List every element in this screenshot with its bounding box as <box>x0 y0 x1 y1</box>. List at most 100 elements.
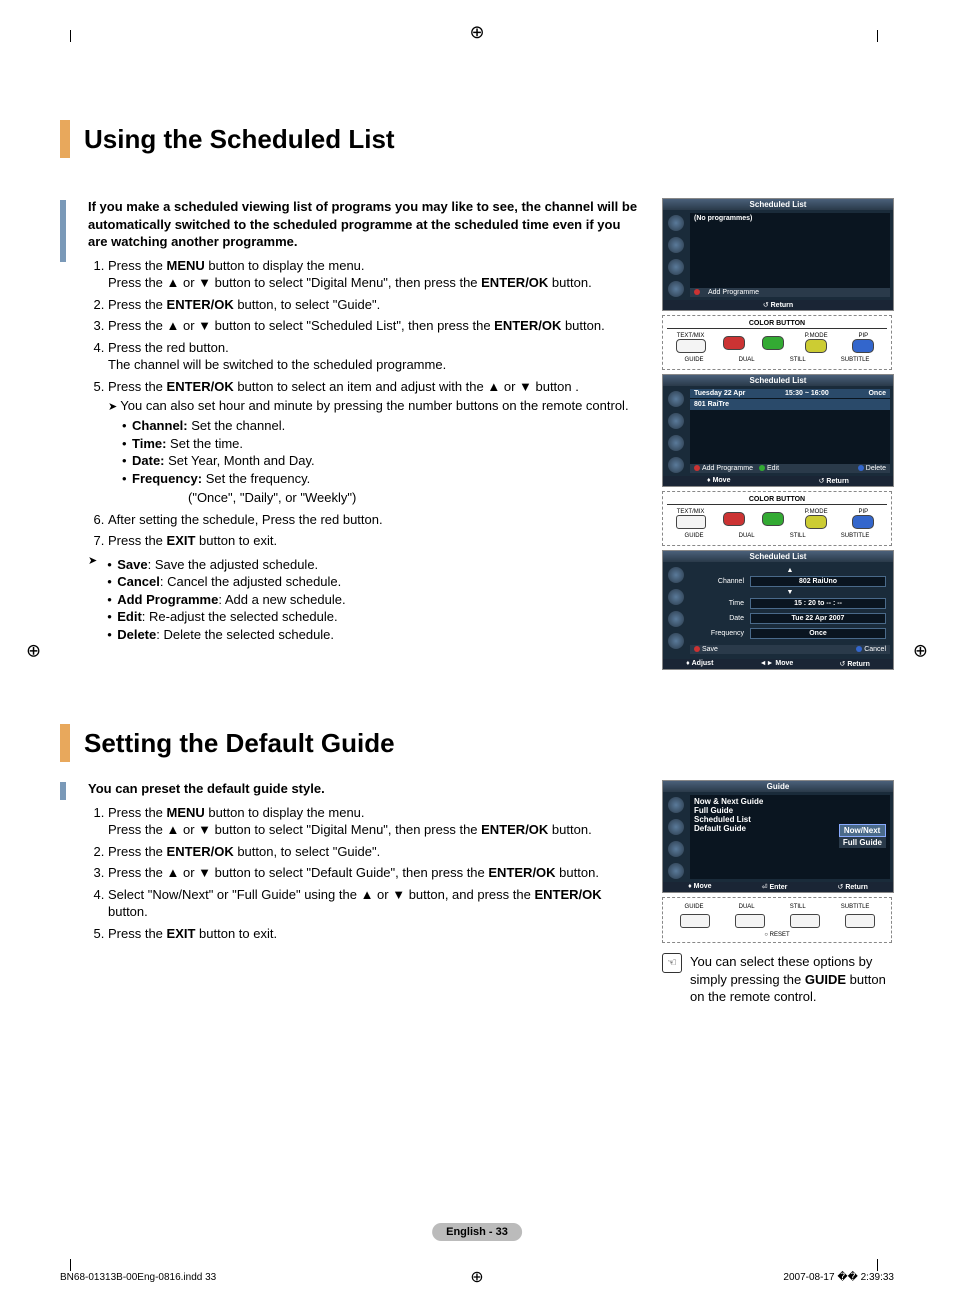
section1-title: Using the Scheduled List <box>84 124 395 155</box>
tv-nav-icon <box>668 237 684 253</box>
step2-4: Select "Now/Next" or "Full Guide" using … <box>108 886 642 921</box>
section1-intro: If you make a scheduled viewing list of … <box>88 198 642 251</box>
remote-red-btn <box>723 512 745 526</box>
remote-color-buttons-1: COLOR BUTTON TEXT/MIX P.MODE PIP <box>662 315 892 370</box>
tv-scheduled-form: Scheduled List ▲ Channel802 RaiUno ▼ Tim… <box>662 550 894 670</box>
section1-right: Scheduled List (No programmes) Add Progr… <box>662 198 894 674</box>
remote-green-btn <box>762 336 784 350</box>
tv3-time-lbl: Time <box>694 600 744 607</box>
remote-textmix-label: TEXT/MIX <box>676 509 706 515</box>
chevron-up-icon: ▲ <box>690 567 890 574</box>
tv4-title: Guide <box>663 781 893 792</box>
tv4-item3: Scheduled List <box>694 815 886 824</box>
step2-3: Press the ▲ or ▼ button to select "Defau… <box>108 864 642 882</box>
section2-title: Setting the Default Guide <box>84 728 395 759</box>
tv2-add: Add Programme <box>702 465 753 472</box>
step-7: Press the EXIT button to exit. <box>108 532 642 550</box>
page-number: English - 33 <box>432 1223 522 1241</box>
bullet-channel: Channel: Set the channel. <box>122 417 642 435</box>
remote2-dual-label: DUAL <box>739 904 755 910</box>
remote-subtitle-label: SUBTITLE <box>841 357 870 363</box>
step-1: Press the MENU button to display the men… <box>108 257 642 292</box>
section2-right: Guide Now & Next Guide Full Guide Schedu… <box>662 780 894 1006</box>
remote-blue-btn <box>852 515 874 529</box>
remote-pip-label: PIP <box>848 333 878 339</box>
tv2-entry: Tuesday 22 Apr15:30 ~ 16:00Once <box>690 389 890 398</box>
tv3-date-lbl: Date <box>694 615 744 622</box>
tv-nav-icon <box>668 567 684 583</box>
remote-guide-label: GUIDE <box>685 357 704 363</box>
tv3-save: Save <box>702 646 718 653</box>
tv-scheduled-empty: Scheduled List (No programmes) Add Progr… <box>662 198 894 311</box>
crop-mark <box>877 30 884 42</box>
remote-subtitle-btn <box>845 914 875 928</box>
tv4-option-fullguide: Full Guide <box>839 837 886 848</box>
tv-nav-icon <box>668 633 684 649</box>
remote2-guide-label: GUIDE <box>685 904 704 910</box>
tv4-option-nownext: Now/Next <box>839 824 886 837</box>
remote-pmode-label: P.MODE <box>801 509 831 515</box>
actions-list: Save: Save the adjusted schedule. Cancel… <box>101 556 345 644</box>
section2-steps: Press the MENU button to display the men… <box>88 804 642 943</box>
crop-mark <box>70 30 77 42</box>
blue-accent <box>60 200 66 262</box>
tv-nav-icon <box>668 797 684 813</box>
action-delete: Delete: Delete the selected schedule. <box>107 626 345 644</box>
remote-textmix-btn <box>676 515 706 529</box>
remote-red-btn <box>723 336 745 350</box>
section1-body: If you make a scheduled viewing list of … <box>60 198 894 674</box>
tv-nav-icon <box>668 391 684 407</box>
tv-nav-icon <box>668 215 684 231</box>
chevron-down-icon: ▼ <box>690 589 890 596</box>
step2-5: Press the EXIT button to exit. <box>108 925 642 943</box>
print-mark-left: ⊕ <box>26 640 41 661</box>
crop-mark <box>877 1259 884 1271</box>
tv3-time-val: 15 : 20 to -- : -- <box>750 598 886 609</box>
step-6: After setting the schedule, Press the re… <box>108 511 642 529</box>
tv4-move: Move <box>694 883 712 890</box>
bullet-time: Time: Set the time. <box>122 435 642 453</box>
freq-options: ("Once", "Daily", or "Weekly") <box>188 489 642 507</box>
remote-guide-btn <box>680 914 710 928</box>
tv-nav-icon <box>668 281 684 297</box>
remote-guide-label: GUIDE <box>685 533 704 539</box>
action-save: Save: Save the adjusted schedule. <box>107 556 345 574</box>
tv2-move: Move <box>713 477 731 484</box>
remote-still-label: STILL <box>790 357 806 363</box>
step-4: Press the red button. The channel will b… <box>108 339 642 374</box>
tv-nav-icon <box>668 589 684 605</box>
guide-note: ☜ You can select these options by simply… <box>662 953 894 1006</box>
step2-2: Press the ENTER/OK button, to select "Gu… <box>108 843 642 861</box>
tv-nav-icon <box>668 435 684 451</box>
tv4-enter: Enter <box>769 884 787 891</box>
tv1-return: Return <box>771 302 794 309</box>
remote2-title: COLOR BUTTON <box>667 496 887 505</box>
tv-nav-icon <box>668 819 684 835</box>
remote-guide-buttons: GUIDE DUAL STILL SUBTITLE ○ RESET <box>662 897 892 943</box>
tv-nav-icon <box>668 611 684 627</box>
section2-body: You can preset the default guide style. … <box>60 780 894 1006</box>
section1-left: If you make a scheduled viewing list of … <box>88 198 642 646</box>
step-3: Press the ▲ or ▼ button to select "Sched… <box>108 317 642 335</box>
remote-textmix-btn <box>676 339 706 353</box>
section2-left: You can preset the default guide style. … <box>88 780 642 946</box>
section2-intro: You can preset the default guide style. <box>88 780 642 798</box>
tv3-title: Scheduled List <box>663 551 893 562</box>
tv4-item1: Now & Next Guide <box>694 797 886 806</box>
section1-steps: Press the MENU button to display the men… <box>88 257 642 550</box>
footer-filename: BN68-01313B-00Eng-0816.indd 33 <box>60 1272 216 1283</box>
remote-blue-btn <box>852 339 874 353</box>
tv1-noprog: (No programmes) <box>690 213 890 224</box>
remote-dual-label: DUAL <box>739 357 755 363</box>
print-mark-right: ⊕ <box>913 640 928 661</box>
tv-guide: Guide Now & Next Guide Full Guide Schedu… <box>662 780 894 893</box>
tv4-item4: Default Guide <box>694 824 746 833</box>
tv1-add: Add Programme <box>708 289 759 296</box>
remote1-title: COLOR BUTTON <box>667 320 887 329</box>
bullet-date: Date: Set Year, Month and Day. <box>122 452 642 470</box>
chevron-icon: ➤ <box>88 554 97 646</box>
accent-bar <box>60 724 70 762</box>
step-5: Press the ENTER/OK button to select an i… <box>108 378 642 507</box>
footer-timestamp: 2007-08-17 �� 2:39:33 <box>783 1272 894 1283</box>
tv-nav-icon <box>668 457 684 473</box>
